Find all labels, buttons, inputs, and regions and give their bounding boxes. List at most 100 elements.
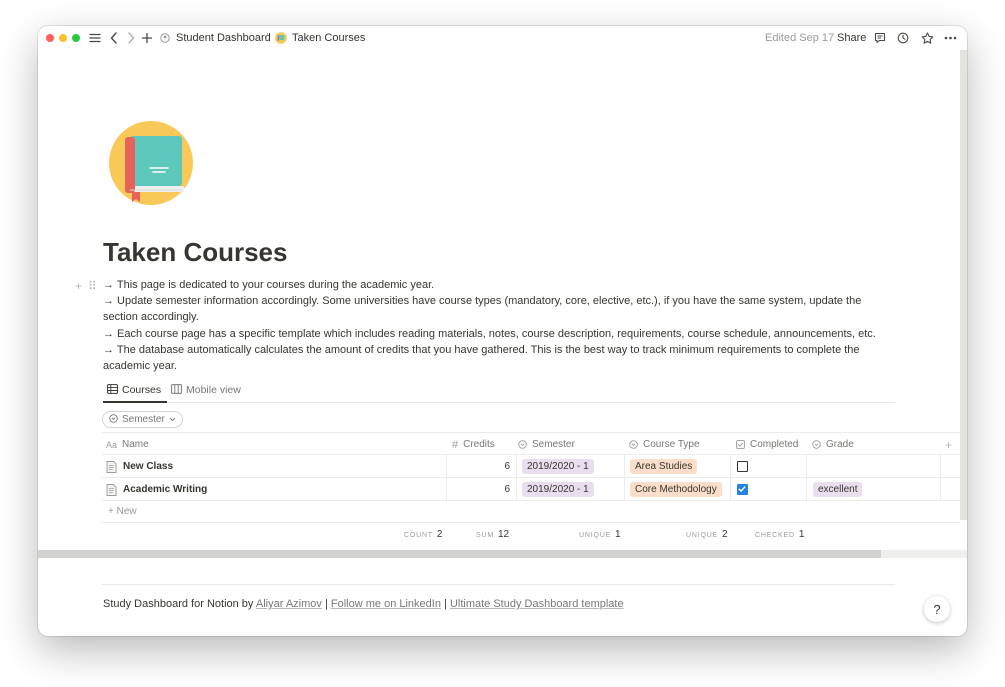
- sidebar-menu-icon[interactable]: [88, 30, 102, 46]
- history-icon[interactable]: [896, 30, 910, 46]
- page-doc-icon: [106, 460, 117, 473]
- column-header-credits[interactable]: # Credits: [452, 433, 516, 456]
- row-semester[interactable]: 2019/2020 - 1: [516, 455, 624, 478]
- row-name-text: New Class: [123, 461, 174, 472]
- calc-count[interactable]: COUNT 2: [404, 529, 442, 540]
- row-credits[interactable]: 6: [446, 478, 516, 501]
- calc-value: 1: [798, 529, 805, 540]
- page-description[interactable]: → This page is dedicated to your courses…: [103, 277, 893, 374]
- row-completed[interactable]: [730, 455, 806, 478]
- page-title[interactable]: Taken Courses: [103, 236, 287, 268]
- table-row[interactable]: New Class 6 2019/2020 - 1 Area Studies: [102, 455, 960, 478]
- row-grade[interactable]: excellent: [806, 478, 940, 501]
- edited-timestamp: Edited Sep 17: [765, 32, 835, 44]
- divider: [102, 584, 895, 585]
- add-block-icon[interactable]: +: [75, 279, 82, 293]
- footer-prefix: Study Dashboard for Notion by: [103, 598, 254, 610]
- row-course-type[interactable]: Area Studies: [624, 455, 730, 478]
- row-credits[interactable]: 6: [446, 455, 516, 478]
- filter-label: Semester: [122, 414, 165, 425]
- workspace-page-icon: [159, 30, 171, 46]
- calc-value: 12: [497, 529, 510, 540]
- calc-unique-course-type[interactable]: UNIQUE 2: [686, 529, 728, 540]
- row-name[interactable]: Academic Writing: [106, 478, 444, 501]
- semester-filter-chip[interactable]: Semester: [102, 411, 183, 428]
- column-label: Semester: [532, 439, 575, 450]
- footer-separator: |: [444, 598, 447, 610]
- checkbox-property-icon: [736, 440, 745, 449]
- breadcrumb-parent[interactable]: Student Dashboard: [176, 32, 271, 45]
- column-label: Completed: [750, 439, 799, 450]
- table-row[interactable]: Academic Writing 6 2019/2020 - 1 Core Me…: [102, 478, 960, 501]
- row-semester[interactable]: 2019/2020 - 1: [516, 478, 624, 501]
- scrollbar-thumb[interactable]: [38, 550, 881, 558]
- top-bar: Student Dashboard / Taken Courses Edited…: [38, 26, 967, 50]
- select-icon: [109, 413, 118, 426]
- calc-label: SUM: [476, 532, 494, 539]
- column-label: Grade: [826, 439, 854, 450]
- help-button[interactable]: ?: [924, 596, 950, 622]
- tab-mobile-view[interactable]: Mobile view: [171, 383, 241, 397]
- add-property-icon[interactable]: +: [945, 433, 959, 456]
- calc-label: COUNT: [404, 532, 433, 539]
- column-header-completed[interactable]: Completed: [736, 433, 810, 456]
- block-handles: + ⠿: [75, 279, 97, 293]
- calculation-row: COUNT 2 SUM 12 UNIQUE 1 UNIQUE 2 CHECKED…: [102, 523, 960, 547]
- completed-checkbox[interactable]: [737, 461, 748, 472]
- page-doc-icon: [106, 483, 117, 496]
- author-link[interactable]: Aliyar Azimov: [256, 598, 322, 610]
- row-completed[interactable]: [730, 478, 806, 501]
- back-arrow-icon[interactable]: [108, 30, 120, 46]
- share-button[interactable]: Share: [837, 32, 866, 45]
- calc-unique-semester[interactable]: UNIQUE 1: [579, 529, 621, 540]
- calc-label: UNIQUE: [686, 532, 719, 539]
- course-type-tag: Area Studies: [630, 459, 698, 474]
- active-tab-indicator: [103, 401, 167, 403]
- vertical-scrollbar[interactable]: [960, 50, 967, 520]
- semester-tag: 2019/2020 - 1: [522, 482, 594, 497]
- breadcrumb-separator: /: [265, 32, 269, 44]
- description-line: → Each course page has a specific templa…: [103, 327, 876, 340]
- calc-value: 2: [722, 529, 728, 540]
- minimize-window-button[interactable]: [59, 34, 67, 42]
- tab-courses[interactable]: Courses: [107, 383, 161, 397]
- template-link[interactable]: Ultimate Study Dashboard template: [450, 598, 624, 610]
- tab-label: Courses: [122, 384, 162, 396]
- row-grade[interactable]: [806, 455, 940, 478]
- forward-arrow-icon[interactable]: [125, 30, 137, 46]
- column-header-course-type[interactable]: Course Type: [629, 433, 729, 456]
- select-icon: [812, 440, 821, 449]
- book-icon[interactable]: [108, 120, 194, 206]
- app-window: Student Dashboard / Taken Courses Edited…: [38, 26, 967, 636]
- add-icon[interactable]: [141, 30, 153, 46]
- favorite-star-icon[interactable]: [920, 30, 934, 46]
- calc-value: 2: [436, 529, 443, 540]
- calc-sum-credits[interactable]: SUM 12: [476, 529, 509, 540]
- linkedin-link[interactable]: Follow me on LinkedIn: [331, 598, 441, 610]
- column-header-name[interactable]: Aa Name: [106, 433, 446, 456]
- column-label: Name: [122, 439, 149, 450]
- view-tabs: Courses Mobile view: [103, 379, 895, 403]
- completed-checkbox[interactable]: [737, 484, 748, 495]
- close-window-button[interactable]: [46, 34, 54, 42]
- tab-label: Mobile view: [186, 384, 241, 396]
- calc-checked-completed[interactable]: CHECKED 1: [755, 529, 804, 540]
- grade-tag: excellent: [813, 482, 863, 497]
- text-property-icon: Aa: [106, 439, 118, 450]
- drag-handle-icon[interactable]: ⠿: [88, 279, 97, 293]
- breadcrumb-current[interactable]: Taken Courses: [292, 32, 365, 45]
- calc-value: 1: [615, 529, 621, 540]
- row-course-type[interactable]: Core Methodology: [624, 478, 730, 501]
- select-icon: [518, 440, 527, 449]
- maximize-window-button[interactable]: [72, 34, 80, 42]
- row-name[interactable]: New Class: [106, 455, 444, 478]
- semester-tag: 2019/2020 - 1: [522, 459, 594, 474]
- comment-icon[interactable]: [873, 30, 887, 46]
- more-icon[interactable]: [942, 30, 958, 46]
- row-trailing-cell: [940, 478, 960, 501]
- new-row-button[interactable]: + New: [102, 501, 960, 523]
- column-header-grade[interactable]: Grade: [812, 433, 912, 456]
- column-header-semester[interactable]: Semester: [518, 433, 618, 456]
- horizontal-scrollbar[interactable]: [38, 550, 967, 558]
- number-property-icon: #: [452, 438, 459, 451]
